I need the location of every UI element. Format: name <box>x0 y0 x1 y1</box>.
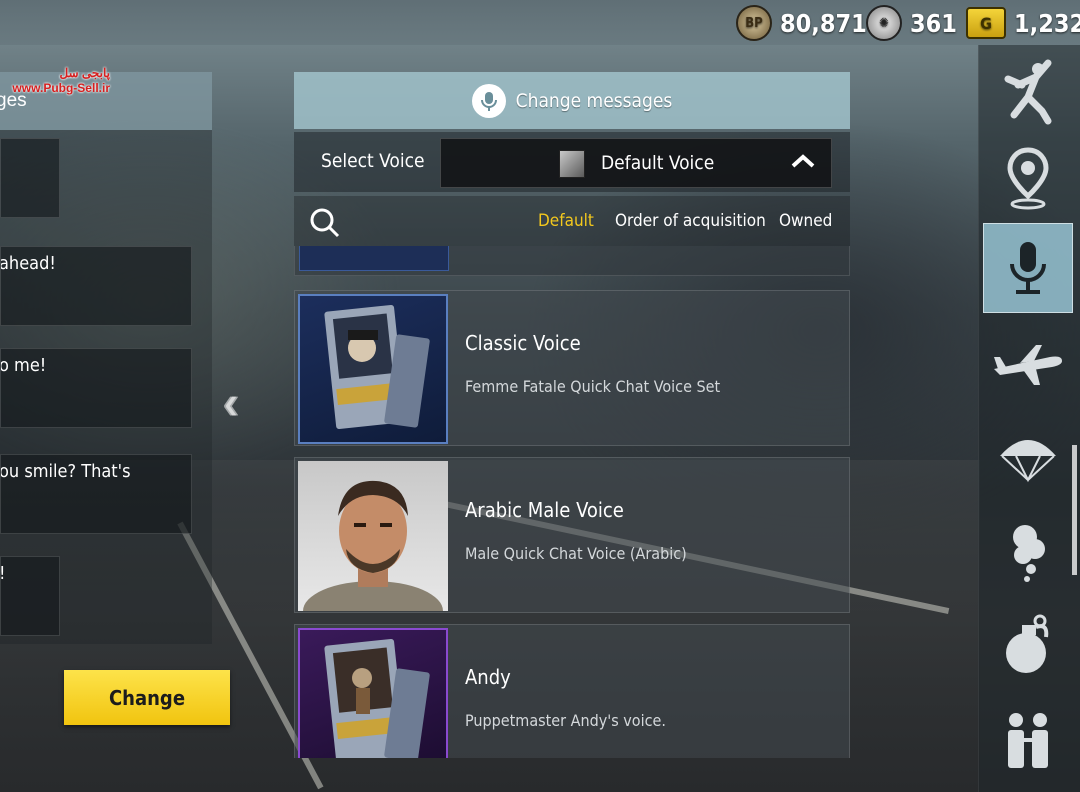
nav-plane[interactable] <box>983 319 1073 409</box>
parachute-icon <box>1000 440 1056 483</box>
voice-name: Arabic Male Voice <box>465 498 624 522</box>
quick-messages-panel: ges ahead! o me! ou smile? That's ! <box>0 72 212 644</box>
nav-voice[interactable] <box>983 223 1073 313</box>
bp-amount: 80,871 <box>780 8 867 38</box>
voice-item[interactable]: Arabic Male Voice Male Quick Chat Voice … <box>294 457 850 613</box>
voice-item[interactable]: Classic Voice Femme Fatale Quick Chat Vo… <box>294 290 850 446</box>
voice-item-partial[interactable] <box>294 246 850 276</box>
voice-selection-panel: Change messages Select Voice Default Voi… <box>294 72 850 758</box>
dropdown-value: Default Voice <box>601 152 715 174</box>
voice-description: Male Quick Chat Voice (Arabic) <box>465 544 687 563</box>
silver-fragment-icon: ✺ <box>866 5 902 41</box>
watermark-persian: پابجی سل <box>59 66 110 80</box>
nav-emotes[interactable] <box>983 45 1073 135</box>
bp-coin-icon: BP <box>736 5 772 41</box>
nav-parachute[interactable] <box>983 413 1073 503</box>
voice-item[interactable]: Andy Puppetmaster Andy's voice. <box>294 624 850 758</box>
plane-icon <box>994 345 1062 385</box>
chevron-up-icon <box>791 154 815 168</box>
currency-silver: ✺ 361 <box>866 5 957 41</box>
tab-default[interactable]: Default <box>538 211 594 231</box>
voice-avatar-photo <box>298 461 448 611</box>
category-sidebar <box>978 45 1080 792</box>
g-amount: 1,232 <box>1014 8 1080 38</box>
select-voice-row: Select Voice Default Voice <box>294 132 850 192</box>
microphone-icon <box>1010 242 1046 294</box>
search-icon[interactable] <box>308 206 342 240</box>
change-button[interactable]: Change <box>64 670 230 725</box>
tab-order-of-acquisition[interactable]: Order of acquisition <box>615 211 766 231</box>
g-coin-icon: G <box>966 7 1006 39</box>
sidebar-scrollbar[interactable] <box>1072 445 1077 575</box>
voice-card-thumbnail <box>298 628 448 758</box>
currency-uc: G 1,232 <box>966 6 1080 40</box>
message-slot[interactable]: ou smile? That's <box>0 454 192 534</box>
nav-smoke-trail[interactable] <box>983 505 1073 595</box>
voice-description: Puppetmaster Andy's voice. <box>465 711 666 730</box>
message-slot[interactable] <box>0 138 60 218</box>
voice-list[interactable]: Classic Voice Femme Fatale Quick Chat Vo… <box>294 246 850 758</box>
watermark: پابجی سل www.Pubg-Sell.ir <box>0 66 110 96</box>
voice-name: Classic Voice <box>465 331 581 355</box>
microphone-icon <box>471 83 506 118</box>
message-slot[interactable]: ! <box>0 556 60 636</box>
change-messages-header: Change messages <box>294 72 850 129</box>
voice-description: Femme Fatale Quick Chat Voice Set <box>465 377 721 396</box>
voice-name: Andy <box>465 665 511 689</box>
message-slot[interactable]: ahead! <box>0 246 192 326</box>
voice-card-thumbnail <box>298 294 448 444</box>
voice-pack-icon <box>559 150 585 178</box>
tab-owned[interactable]: Owned <box>779 211 832 231</box>
nav-markers[interactable] <box>983 133 1073 223</box>
smoke-trail-icon <box>1013 525 1045 582</box>
voice-thumbnail <box>299 246 449 271</box>
select-voice-label: Select Voice <box>321 150 425 172</box>
message-slot[interactable]: o me! <box>0 348 192 428</box>
double-chevron-left-icon[interactable]: ‹‹ <box>222 376 240 431</box>
team-icon <box>1008 713 1048 768</box>
nav-team[interactable] <box>983 695 1073 785</box>
silver-amount: 361 <box>910 8 957 38</box>
header-title: Change messages <box>515 89 673 112</box>
watermark-url: www.Pubg-Sell.ir <box>12 81 110 95</box>
map-marker-icon <box>1007 147 1049 210</box>
voice-dropdown[interactable]: Default Voice <box>440 138 832 188</box>
grenade-icon <box>1006 614 1049 673</box>
nav-throwables[interactable] <box>983 601 1073 691</box>
emote-icon <box>1004 59 1052 125</box>
currency-bp: BP 80,871 <box>736 5 867 41</box>
filter-row: Default Order of acquisition Owned <box>294 196 850 246</box>
